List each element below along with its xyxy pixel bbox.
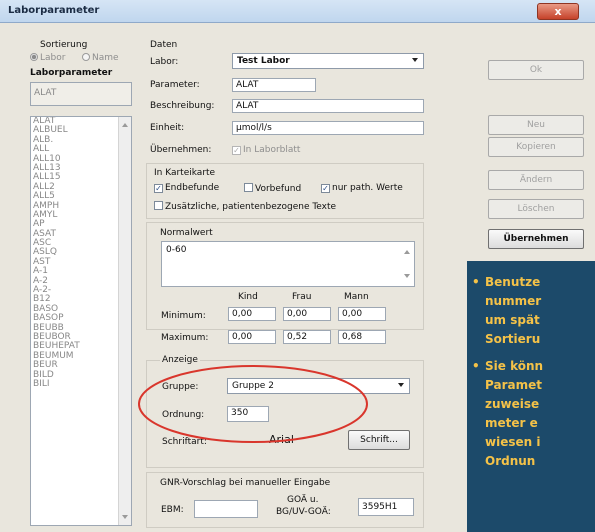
kopieren-button[interactable]: Kopieren <box>488 137 584 157</box>
overlay-line: Ordnun <box>485 454 536 468</box>
checkbox-icon <box>154 201 163 210</box>
aendern-button[interactable]: Ändern <box>488 170 584 190</box>
overlay-line: Benutze <box>485 275 541 289</box>
radio-icon <box>82 53 90 61</box>
info-overlay: Benutze nummer um spät Sortieru Sie könn… <box>467 261 595 532</box>
list-item[interactable]: BILI <box>31 379 131 389</box>
ok-button[interactable]: Ok <box>488 60 584 80</box>
goa-label-1: GOÄ u. <box>287 495 319 505</box>
nur-path-label: nur path. Werte <box>332 183 403 193</box>
max-frau-field[interactable]: 0,52 <box>283 330 331 344</box>
overlay-line: Sie könn <box>485 359 544 373</box>
endbefunde-checkbox[interactable]: Endbefunde <box>154 183 219 193</box>
title-bar: Laborparameter x <box>0 0 595 23</box>
in-laborblatt-label: In Laborblatt <box>243 145 301 155</box>
overlay-bullet-1: Benutze nummer um spät Sortieru <box>472 273 595 349</box>
window-title: Laborparameter <box>8 5 100 16</box>
daten-title: Daten <box>150 40 178 50</box>
parameter-field[interactable]: ALAT <box>232 78 316 92</box>
min-kind-field[interactable]: 0,00 <box>228 307 276 321</box>
overlay-line: um spät <box>485 313 540 327</box>
maximum-label: Maximum: <box>161 333 209 343</box>
labor-select[interactable]: Test Labor <box>232 53 424 69</box>
sort-radio-labor[interactable]: Labor <box>30 53 65 63</box>
chevron-down-icon <box>412 58 418 62</box>
normalwert-value: 0-60 <box>166 245 187 255</box>
labor-value: Test Labor <box>237 56 290 66</box>
scroll-down-icon[interactable] <box>122 515 128 519</box>
sort-radio-label: Labor <box>40 53 66 63</box>
overlay-line: Sortieru <box>485 332 541 346</box>
normalwert-title: Normalwert <box>160 228 213 238</box>
param-search-input[interactable]: ALAT <box>30 82 132 106</box>
ebm-field[interactable] <box>194 500 258 518</box>
param-list[interactable]: ALAT ALBUEL ALB. ALL ALL10 ALL13 ALL15 ALL2 ALL5… <box>30 116 132 526</box>
overlay-bullet-2: Sie könn Paramet zuweise meter e wiesen … <box>472 357 595 471</box>
goa-field[interactable]: 3595H1 <box>358 498 414 516</box>
in-laborblatt-checkbox[interactable]: In Laborblatt <box>232 145 300 155</box>
loeschen-button[interactable]: Löschen <box>488 199 584 219</box>
overlay-line: nummer <box>485 294 542 308</box>
vorbefund-checkbox[interactable]: Vorbefund <box>244 183 301 194</box>
checkbox-icon <box>321 184 330 193</box>
einheit-label: Einheit: <box>150 123 185 133</box>
karteikarte-title: In Karteikarte <box>154 168 216 178</box>
col-kind: Kind <box>238 292 258 302</box>
overlay-line: meter e <box>485 416 538 430</box>
normalwert-textarea[interactable]: 0-60 <box>161 241 415 287</box>
overlay-line: wiesen i <box>485 435 541 449</box>
gnr-title: GNR-Vorschlag bei manueller Eingabe <box>160 478 331 488</box>
col-mann: Mann <box>344 292 369 302</box>
radio-icon <box>30 53 38 61</box>
checkbox-icon <box>232 146 241 155</box>
vorbefund-label: Vorbefund <box>255 184 302 194</box>
scroll-up-icon[interactable] <box>404 250 410 254</box>
list-item[interactable]: AMYL <box>31 210 131 220</box>
nur-path-checkbox[interactable]: nur path. Werte <box>321 183 403 193</box>
min-mann-field[interactable]: 0,00 <box>338 307 386 321</box>
highlight-circle <box>138 365 368 443</box>
zusaetzliche-label: Zusätzliche, patientenbezogene Texte <box>165 202 337 212</box>
beschreibung-label: Beschreibung: <box>150 101 215 111</box>
list-scrollbar[interactable] <box>118 117 131 525</box>
neu-button[interactable]: Neu <box>488 115 584 135</box>
sort-radio-name[interactable]: Name <box>82 53 119 63</box>
endbefunde-label: Endbefunde <box>165 183 220 193</box>
params-title: Laborparameter <box>30 68 113 78</box>
labor-label: Labor: <box>150 57 179 67</box>
close-icon: x <box>554 5 562 18</box>
max-mann-field[interactable]: 0,68 <box>338 330 386 344</box>
checkbox-icon <box>244 183 253 192</box>
sort-radio-label: Name <box>92 53 119 63</box>
col-frau: Frau <box>292 292 312 302</box>
checkbox-icon <box>154 184 163 193</box>
minimum-label: Minimum: <box>161 311 206 321</box>
sorting-title: Sortierung <box>40 40 88 50</box>
scroll-down-icon[interactable] <box>404 274 410 278</box>
overlay-line: Paramet <box>485 378 542 392</box>
chevron-down-icon <box>398 383 404 387</box>
uebernehmen-button[interactable]: Übernehmen <box>488 229 584 249</box>
zusaetzliche-checkbox[interactable]: Zusätzliche, patientenbezogene Texte <box>154 201 336 212</box>
uebernehmen-label: Übernehmen: <box>150 145 212 155</box>
parameter-label: Parameter: <box>150 80 200 90</box>
ebm-label: EBM: <box>161 505 184 515</box>
min-frau-field[interactable]: 0,00 <box>283 307 331 321</box>
max-kind-field[interactable]: 0,00 <box>228 330 276 344</box>
overlay-line: zuweise <box>485 397 540 411</box>
scroll-up-icon[interactable] <box>122 123 128 127</box>
einheit-field[interactable]: µmol/l/s <box>232 121 424 135</box>
close-button[interactable]: x <box>537 3 579 20</box>
beschreibung-field[interactable]: ALAT <box>232 99 424 113</box>
goa-label-2: BG/UV-GOÄ: <box>276 507 331 517</box>
